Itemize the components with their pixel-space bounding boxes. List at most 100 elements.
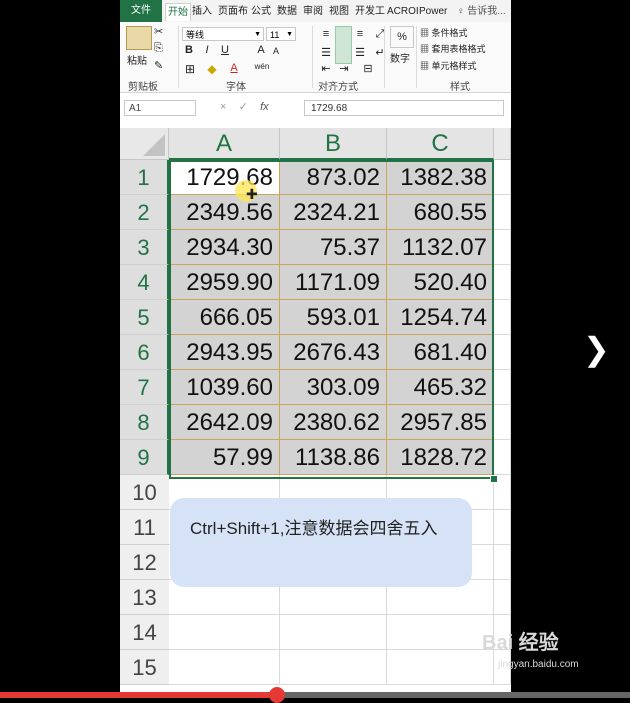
cell-b6[interactable]: 2676.43 xyxy=(280,335,387,370)
increase-indent-icon[interactable]: ⇥ xyxy=(336,62,352,75)
row-header-6[interactable]: 6 xyxy=(120,335,169,370)
cancel-icon[interactable]: × xyxy=(220,101,226,113)
row-header-13[interactable]: 13 xyxy=(120,580,169,615)
row-header-4[interactable]: 4 xyxy=(120,265,169,300)
decrease-indent-icon[interactable]: ⇤ xyxy=(318,62,334,75)
cell-d1[interactable] xyxy=(494,160,511,195)
cell-b2[interactable]: 2324.21 xyxy=(280,195,387,230)
grow-font-button[interactable]: A xyxy=(254,44,268,56)
cell-b5[interactable]: 593.01 xyxy=(280,300,387,335)
cell-b8[interactable]: 2380.62 xyxy=(280,405,387,440)
cell-a5[interactable]: 666.05 xyxy=(169,300,280,335)
tab-insert[interactable]: 插入 xyxy=(192,3,212,20)
column-header-d[interactable] xyxy=(494,128,511,160)
align-top-icon[interactable]: ≡ xyxy=(318,28,334,40)
row-header-5[interactable]: 5 xyxy=(120,300,169,335)
column-header-b[interactable]: B xyxy=(280,128,387,160)
row-header-9[interactable]: 9 xyxy=(120,440,169,475)
cell-a15[interactable] xyxy=(169,650,280,685)
cell-c2[interactable]: 680.55 xyxy=(387,195,494,230)
row-header-12[interactable]: 12 xyxy=(120,545,169,580)
fill-handle[interactable] xyxy=(490,475,498,483)
tab-formulas[interactable]: 公式 xyxy=(251,3,271,20)
percent-button[interactable]: % xyxy=(390,26,414,48)
formula-input[interactable]: 1729.68 xyxy=(304,100,504,116)
number-format-button[interactable]: 数字 xyxy=(390,50,410,65)
cell-a8[interactable]: 2642.09 xyxy=(169,405,280,440)
fill-color-icon[interactable]: ◆ xyxy=(204,62,220,76)
cell-d9[interactable] xyxy=(494,440,511,475)
bold-button[interactable]: B xyxy=(182,44,196,56)
align-right-icon[interactable]: ☰ xyxy=(352,46,368,59)
row-header-2[interactable]: 2 xyxy=(120,195,169,230)
cell-b3[interactable]: 75.37 xyxy=(280,230,387,265)
font-name-dropdown[interactable]: 等线 ▼ xyxy=(182,27,264,41)
cell-d3[interactable] xyxy=(494,230,511,265)
tab-data[interactable]: 数据 xyxy=(277,3,297,20)
format-as-table-button[interactable]: ▦ 套用表格格式 xyxy=(420,42,486,55)
cell-c7[interactable]: 465.32 xyxy=(387,370,494,405)
tab-view[interactable]: 视图 xyxy=(329,3,349,20)
align-bottom-icon[interactable]: ≡ xyxy=(352,28,368,40)
cell-a14[interactable] xyxy=(169,615,280,650)
cell-d6[interactable] xyxy=(494,335,511,370)
cell-d7[interactable] xyxy=(494,370,511,405)
cell-d4[interactable] xyxy=(494,265,511,300)
underline-button[interactable]: U xyxy=(218,44,232,56)
cell-styles-button[interactable]: ▦ 单元格样式 xyxy=(420,59,477,72)
format-painter-icon[interactable]: ✎ xyxy=(154,59,163,72)
paste-icon[interactable] xyxy=(126,26,152,50)
font-color-button[interactable]: A xyxy=(226,62,242,74)
cell-c3[interactable]: 1132.07 xyxy=(387,230,494,265)
row-header-11[interactable]: 11 xyxy=(120,510,169,545)
cell-b4[interactable]: 1171.09 xyxy=(280,265,387,300)
cell-a2[interactable]: 2349.56 xyxy=(169,195,280,230)
cell-a4[interactable]: 2959.90 xyxy=(169,265,280,300)
row-header-1[interactable]: 1 xyxy=(120,160,169,195)
cell-c5[interactable]: 1254.74 xyxy=(387,300,494,335)
chevron-right-icon[interactable]: ❯ xyxy=(583,330,610,368)
conditional-format-button[interactable]: ▦ 条件格式 xyxy=(420,26,468,39)
align-middle-icon[interactable] xyxy=(335,26,352,64)
select-all-corner[interactable] xyxy=(120,128,169,160)
cell-b9[interactable]: 1138.86 xyxy=(280,440,387,475)
cell-b15[interactable] xyxy=(280,650,387,685)
cell-a7[interactable]: 1039.60 xyxy=(169,370,280,405)
row-header-15[interactable]: 15 xyxy=(120,650,169,685)
row-header-7[interactable]: 7 xyxy=(120,370,169,405)
row-header-10[interactable]: 10 xyxy=(120,475,169,510)
cell-c1[interactable]: 1382.38 xyxy=(387,160,494,195)
tell-me-search[interactable]: ♀ 告诉我... xyxy=(457,3,506,20)
align-left-icon[interactable]: ☰ xyxy=(318,46,334,59)
font-size-dropdown[interactable]: 11 ▼ xyxy=(266,27,296,41)
column-header-a[interactable]: A xyxy=(169,128,280,160)
tab-page-layout[interactable]: 页面布 xyxy=(218,3,248,20)
cut-icon[interactable]: ✂ xyxy=(154,25,163,38)
phonetic-button[interactable]: wén xyxy=(252,62,272,71)
wrap-text-icon[interactable]: ↵ xyxy=(372,46,388,59)
cell-d12[interactable] xyxy=(494,545,511,580)
border-icon[interactable]: ⊞ xyxy=(182,62,198,76)
shrink-font-button[interactable]: A xyxy=(270,46,282,56)
cell-c15[interactable] xyxy=(387,650,494,685)
cell-c8[interactable]: 2957.85 xyxy=(387,405,494,440)
cell-d8[interactable] xyxy=(494,405,511,440)
tab-power[interactable]: Power xyxy=(419,3,447,20)
cell-b14[interactable] xyxy=(280,615,387,650)
orientation-icon[interactable]: ⤢ xyxy=(372,28,388,41)
cell-b1[interactable]: 873.02 xyxy=(280,160,387,195)
cell-a6[interactable]: 2943.95 xyxy=(169,335,280,370)
tab-home[interactable]: 开始 xyxy=(165,3,191,21)
tab-review[interactable]: 审阅 xyxy=(303,3,323,20)
cell-a3[interactable]: 2934.30 xyxy=(169,230,280,265)
tab-developer[interactable]: 开发工 xyxy=(355,3,385,20)
cell-a1[interactable]: 1729.68 xyxy=(169,160,280,195)
copy-icon[interactable]: ⎘ xyxy=(154,42,163,55)
column-header-c[interactable]: C xyxy=(387,128,494,160)
cell-c6[interactable]: 681.40 xyxy=(387,335,494,370)
cell-c9[interactable]: 1828.72 xyxy=(387,440,494,475)
cell-d5[interactable] xyxy=(494,300,511,335)
cell-c4[interactable]: 520.40 xyxy=(387,265,494,300)
cell-b7[interactable]: 303.09 xyxy=(280,370,387,405)
cell-d2[interactable] xyxy=(494,195,511,230)
